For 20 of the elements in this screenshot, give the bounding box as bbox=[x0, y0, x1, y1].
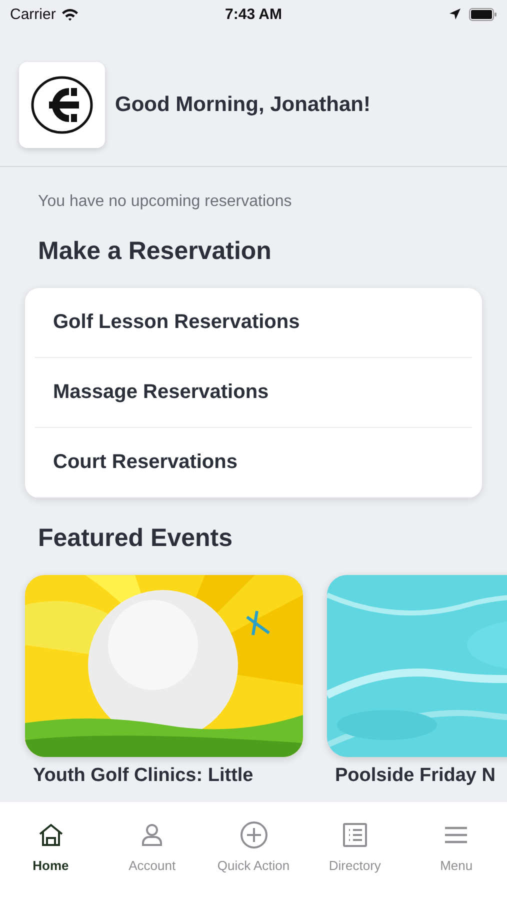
event-title: Youth Golf Clinics: Little bbox=[33, 765, 254, 787]
add-icon bbox=[240, 821, 268, 849]
reservations-note: You have no upcoming reservations bbox=[38, 193, 293, 211]
menu-icon bbox=[444, 825, 468, 845]
section-heading: Featured Events bbox=[37, 524, 234, 553]
reservation-item[interactable]: Golf Lesson Reservations bbox=[35, 288, 472, 358]
event-title: Poolside Friday N bbox=[335, 765, 496, 787]
location-arrow-icon bbox=[449, 8, 461, 20]
section-heading: Make a Reservation bbox=[37, 237, 272, 266]
tab-item[interactable]: Home bbox=[0, 816, 102, 877]
wifi-icon bbox=[60, 8, 79, 20]
reservation-item[interactable]: Court Reservations bbox=[35, 428, 472, 498]
carrier-label: Carrier bbox=[10, 6, 56, 22]
logo-icon bbox=[31, 76, 93, 134]
home-icon bbox=[38, 822, 64, 848]
list-icon bbox=[342, 822, 368, 848]
reservation-item[interactable]: Massage Reservations bbox=[35, 358, 472, 428]
battery-icon bbox=[469, 8, 497, 20]
clock-time: 7:43 AM bbox=[225, 6, 282, 22]
greeting-text: Good Morning, Jonathan! bbox=[115, 93, 370, 117]
